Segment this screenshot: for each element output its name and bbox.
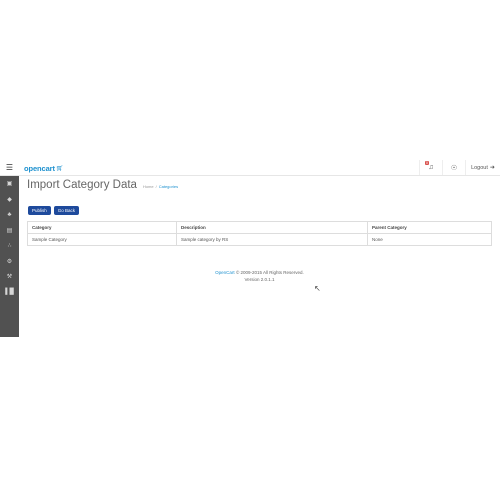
notification-badge: 0 [425,161,429,165]
sidebar-item-marketing[interactable]: ∴ [0,238,19,254]
app-window: ☰ opencart 🛒︎ 0 ♫ ☉ Logout ➜ ▣ ◆ ♣ ▤ ∴ ⚙… [0,160,500,337]
table-row: Sample Category Sample category by RS No… [27,233,492,246]
mouse-pointer-icon: ↖ [314,284,321,293]
cell-parent-category: None [367,233,492,246]
notifications-button[interactable]: 0 ♫ [419,160,442,175]
top-header: ☰ opencart 🛒︎ 0 ♫ ☉ Logout ➜ [0,160,500,176]
version-text: Version 2.0.1.1 [244,277,275,282]
cart-icon: ▤ [6,227,13,234]
opencart-link[interactable]: OpenCart [215,270,235,275]
sidebar-item-dashboard[interactable]: ▣ [0,176,19,192]
logout-label: Logout [471,164,488,171]
logo-text: opencart [24,163,55,173]
sidebar-item-catalog[interactable]: ◆ [0,192,19,208]
breadcrumb-separator: / [155,184,157,189]
sign-out-icon: ➜ [489,165,495,171]
column-header-description: Description [176,221,368,234]
bell-icon: ♫ [428,164,434,171]
footer: OpenCart © 2009-2015 All Rights Reserved… [19,269,500,283]
page-header: Import Category Data Home / Categories [27,179,178,191]
logout-button[interactable]: Logout ➜ [465,160,500,175]
breadcrumb-home[interactable]: Home [143,184,154,189]
life-ring-icon: ☉ [450,164,458,172]
sidebar-item-reports[interactable]: ▌█ [0,285,19,301]
action-buttons: Publish Go Back [28,206,80,215]
column-header-parent-category: Parent Category [367,221,492,234]
dashboard-icon: ▣ [6,181,13,188]
column-header-category: Category [27,221,177,234]
page-title: Import Category Data [27,179,137,191]
header-actions: 0 ♫ ☉ Logout ➜ [419,160,500,175]
category-table: Category Description Parent Category Sam… [27,221,492,246]
copyright-line: OpenCart © 2009-2015 All Rights Reserved… [19,269,500,276]
cell-description: Sample category by RS [176,233,368,246]
go-back-button[interactable]: Go Back [53,206,80,215]
gear-icon: ⚙ [6,258,13,265]
cart-logo-icon: 🛒︎ [55,165,64,172]
tag-icon: ◆ [7,196,12,203]
sidebar-item-system[interactable]: ⚙ [0,254,19,270]
table-header-row: Category Description Parent Category [27,221,492,234]
main-content: Import Category Data Home / Categories [19,176,500,337]
bar-chart-icon: ▌█ [5,289,14,296]
breadcrumb-categories[interactable]: Categories [159,184,178,189]
sidebar-item-tools[interactable]: ⚒ [0,269,19,285]
cell-category: Sample Category [27,233,177,246]
publish-button[interactable]: Publish [28,206,51,215]
sidebar-item-sales[interactable]: ▤ [0,223,19,239]
copyright-text: © 2009-2015 All Rights Reserved. [235,270,304,275]
logo[interactable]: opencart 🛒︎ [24,163,64,173]
sidebar: ▣ ◆ ♣ ▤ ∴ ⚙ ⚒ ▌█ [0,176,19,337]
help-button[interactable]: ☉ [442,160,465,175]
share-icon: ∴ [7,243,12,250]
menu-toggle-icon[interactable]: ☰ [0,160,19,175]
breadcrumb: Home / Categories [143,184,178,189]
wrench-icon: ⚒ [6,274,13,281]
puzzle-icon: ♣ [7,211,12,218]
sidebar-item-extensions[interactable]: ♣ [0,207,19,223]
